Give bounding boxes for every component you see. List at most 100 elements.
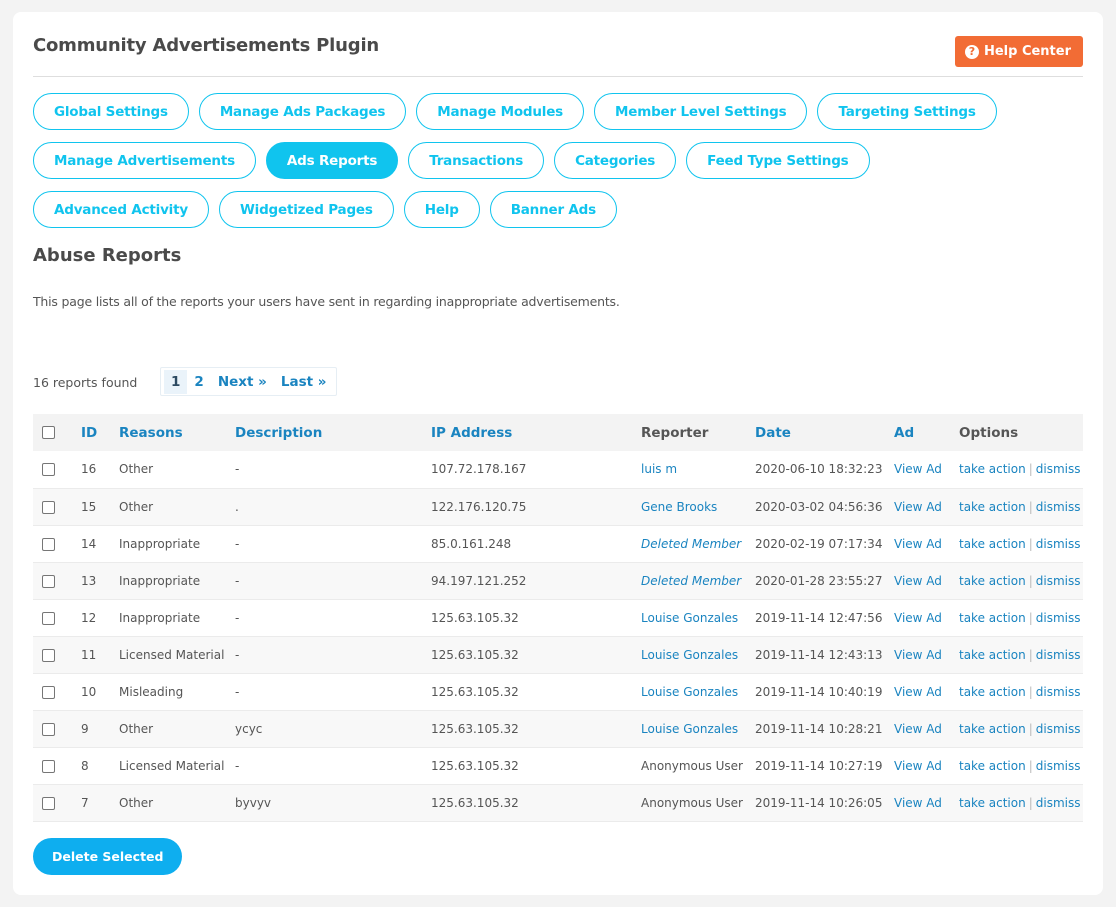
- tab-targeting-settings[interactable]: Targeting Settings: [817, 93, 997, 130]
- reporter-link[interactable]: Louise Gonzales: [641, 611, 738, 625]
- cell-reason: Licensed Material: [119, 647, 225, 662]
- row-checkbox[interactable]: [42, 463, 55, 477]
- cell-reason: Inappropriate: [119, 573, 201, 588]
- table-header-row: ID Reasons Description IP Address Report…: [33, 414, 1083, 451]
- cell-reason: Inappropriate: [119, 610, 201, 625]
- section-description: This page lists all of the reports your …: [33, 294, 620, 309]
- tab-banner-ads[interactable]: Banner Ads: [489, 191, 617, 228]
- tab-categories[interactable]: Categories: [554, 142, 677, 179]
- header-ip-address[interactable]: IP Address: [431, 414, 641, 451]
- dismiss-link[interactable]: dismiss: [1036, 574, 1081, 588]
- cell-ad: View Ad: [894, 488, 959, 525]
- tab-manage-advertisements[interactable]: Manage Advertisements: [33, 142, 256, 179]
- take-action-link[interactable]: take action: [959, 574, 1026, 588]
- dismiss-link[interactable]: dismiss: [1036, 462, 1081, 476]
- header-options: Options: [959, 424, 1019, 441]
- header-date[interactable]: Date: [755, 414, 894, 451]
- cell-reporter: Anonymous User: [641, 747, 755, 784]
- tab-manage-ads-packages[interactable]: Manage Ads Packages: [198, 93, 407, 130]
- page-2-link[interactable]: 2: [187, 370, 210, 394]
- cell-ad: View Ad: [894, 599, 959, 636]
- take-action-link[interactable]: take action: [959, 759, 1026, 773]
- view-ad-link[interactable]: View Ad: [894, 537, 942, 551]
- row-checkbox[interactable]: [42, 500, 55, 514]
- select-all-checkbox[interactable]: [42, 426, 55, 439]
- reporter-deleted-member[interactable]: Deleted Member: [641, 574, 741, 588]
- dismiss-link[interactable]: dismiss: [1036, 759, 1081, 773]
- dismiss-link[interactable]: dismiss: [1036, 648, 1081, 662]
- page-1-link[interactable]: 1: [164, 369, 188, 394]
- row-checkbox[interactable]: [42, 685, 55, 699]
- last-page-link[interactable]: Last »: [274, 370, 334, 394]
- row-checkbox[interactable]: [42, 574, 55, 588]
- tab-member-level-settings[interactable]: Member Level Settings: [594, 93, 808, 130]
- cell-reason: Other: [119, 462, 154, 477]
- dismiss-link[interactable]: dismiss: [1036, 500, 1081, 514]
- reporter-deleted-member[interactable]: Deleted Member: [641, 537, 741, 551]
- row-checkbox[interactable]: [42, 759, 55, 773]
- take-action-link[interactable]: take action: [959, 537, 1026, 551]
- take-action-link[interactable]: take action: [959, 685, 1026, 699]
- dismiss-link[interactable]: dismiss: [1036, 685, 1081, 699]
- row-checkbox[interactable]: [42, 722, 55, 736]
- cell-ip: 125.63.105.32: [431, 684, 519, 699]
- dismiss-link[interactable]: dismiss: [1036, 537, 1081, 551]
- cell-options: take action | dismiss: [959, 636, 1083, 673]
- take-action-link[interactable]: take action: [959, 462, 1026, 476]
- row-checkbox[interactable]: [42, 648, 55, 662]
- row-checkbox[interactable]: [42, 796, 55, 810]
- view-ad-link[interactable]: View Ad: [894, 574, 942, 588]
- tab-manage-modules[interactable]: Manage Modules: [416, 93, 585, 130]
- cell-date: 2019-11-14 12:47:56: [755, 610, 883, 625]
- tab-widgetized-pages[interactable]: Widgetized Pages: [218, 191, 394, 228]
- take-action-link[interactable]: take action: [959, 611, 1026, 625]
- reporter-link[interactable]: Louise Gonzales: [641, 648, 738, 662]
- row-checkbox[interactable]: [42, 611, 55, 625]
- table-row: 14 Inappropriate - 85.0.161.248 Deleted …: [33, 525, 1083, 562]
- header-ad[interactable]: Ad: [894, 414, 959, 451]
- dismiss-link[interactable]: dismiss: [1036, 796, 1081, 810]
- view-ad-link[interactable]: View Ad: [894, 648, 942, 662]
- reporter-link[interactable]: Louise Gonzales: [641, 722, 738, 736]
- view-ad-link[interactable]: View Ad: [894, 759, 942, 773]
- take-action-link[interactable]: take action: [959, 722, 1026, 736]
- tab-transactions[interactable]: Transactions: [408, 142, 545, 179]
- cell-id: 8: [81, 758, 89, 773]
- view-ad-link[interactable]: View Ad: [894, 722, 942, 736]
- view-ad-link[interactable]: View Ad: [894, 500, 942, 514]
- row-checkbox[interactable]: [42, 537, 55, 551]
- tab-global-settings[interactable]: Global Settings: [33, 93, 189, 130]
- header-reasons[interactable]: Reasons: [119, 414, 235, 451]
- tab-advanced-activity[interactable]: Advanced Activity: [33, 191, 209, 228]
- take-action-link[interactable]: take action: [959, 796, 1026, 810]
- view-ad-link[interactable]: View Ad: [894, 796, 942, 810]
- tab-feed-type-settings[interactable]: Feed Type Settings: [686, 142, 870, 179]
- table-row: 8 Licensed Material - 125.63.105.32 Anon…: [33, 747, 1083, 784]
- view-ad-link[interactable]: View Ad: [894, 611, 942, 625]
- tab-help[interactable]: Help: [403, 191, 480, 228]
- view-ad-link[interactable]: View Ad: [894, 462, 942, 476]
- options-separator: |: [1028, 758, 1033, 773]
- take-action-link[interactable]: take action: [959, 500, 1026, 514]
- dismiss-link[interactable]: dismiss: [1036, 722, 1081, 736]
- cell-id: 9: [81, 721, 89, 736]
- next-page-link[interactable]: Next »: [211, 370, 274, 394]
- cell-description: -: [235, 462, 240, 477]
- help-center-button[interactable]: ? Help Center: [954, 36, 1083, 67]
- take-action-link[interactable]: take action: [959, 648, 1026, 662]
- delete-selected-button[interactable]: Delete Selected: [33, 838, 183, 875]
- reporter-link[interactable]: Louise Gonzales: [641, 685, 738, 699]
- tab-ads-reports[interactable]: Ads Reports: [265, 142, 399, 179]
- reporter-link[interactable]: luis m: [641, 462, 677, 476]
- cell-ad: View Ad: [894, 562, 959, 599]
- cell-options: take action | dismiss: [959, 784, 1083, 821]
- reporter-link[interactable]: Gene Brooks: [641, 500, 717, 514]
- cell-reporter: Louise Gonzales: [641, 710, 755, 747]
- cell-reason: Inappropriate: [119, 536, 201, 551]
- dismiss-link[interactable]: dismiss: [1036, 611, 1081, 625]
- header-description[interactable]: Description: [235, 414, 431, 451]
- cell-id: 13: [81, 573, 97, 588]
- header-id[interactable]: ID: [81, 414, 119, 451]
- options-separator: |: [1028, 795, 1033, 810]
- view-ad-link[interactable]: View Ad: [894, 685, 942, 699]
